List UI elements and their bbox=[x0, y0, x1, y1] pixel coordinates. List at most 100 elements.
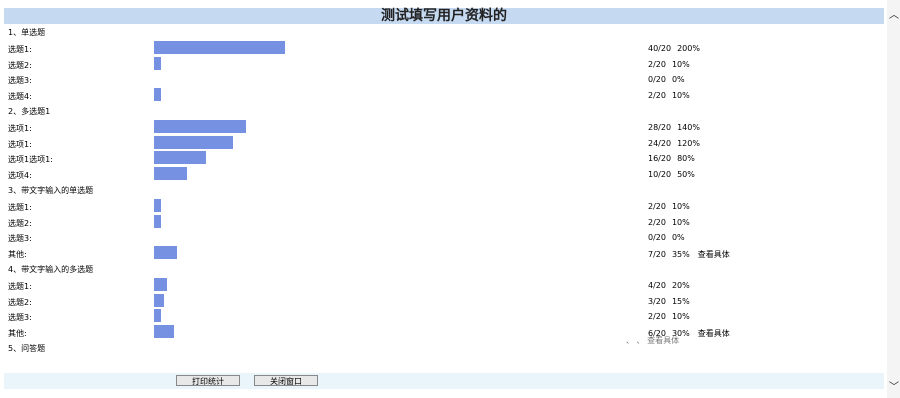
partial-row-text: 、 、 查看具体 bbox=[626, 336, 680, 345]
option-stat: 24/20 120% bbox=[648, 139, 700, 148]
question-title-row: 5、问答题 bbox=[0, 340, 884, 355]
question-title: 3、带文字输入的单选题 bbox=[8, 186, 94, 195]
option-row: 选题3: 2/20 10% bbox=[0, 308, 884, 323]
option-label: 选项1: bbox=[8, 139, 32, 149]
option-row: 选项1选项1: 16/20 80% bbox=[0, 150, 884, 165]
option-row: 选题2: 3/20 15% bbox=[0, 293, 884, 308]
option-row: 其他: 7/20 35% 查看具体 bbox=[0, 245, 884, 260]
option-label: 选项1选项1: bbox=[8, 155, 53, 165]
option-count: 0/20 bbox=[648, 75, 666, 85]
results-panel: 1、单选题 选题1: 40/20 200% 选题2: 2/20 10% 选题3: 0/20 0% 选… bbox=[0, 24, 884, 372]
option-label: 选题1: bbox=[8, 281, 32, 291]
option-percent: 140% bbox=[677, 122, 700, 132]
question-title-row: 4、带文字输入的多选题 bbox=[0, 261, 884, 276]
option-row: 选项1: 24/20 120% bbox=[0, 135, 884, 150]
option-percentage-bar bbox=[154, 135, 233, 149]
option-count: 10/20 bbox=[648, 170, 672, 180]
option-row: 选项1: 28/20 140% bbox=[0, 119, 884, 134]
option-percent: 120% bbox=[677, 138, 700, 148]
option-stat: 2/20 10% bbox=[648, 91, 690, 100]
option-stat: 4/20 20% bbox=[648, 281, 690, 290]
option-row: 选题1: 4/20 20% bbox=[0, 277, 884, 292]
option-stat: 7/20 35% 查看具体 bbox=[648, 249, 730, 260]
option-percentage-bar bbox=[154, 198, 161, 212]
question-title: 5、问答题 bbox=[8, 344, 46, 353]
option-stat: 2/20 10% bbox=[648, 218, 690, 227]
option-label: 选题4: bbox=[8, 92, 32, 102]
option-percentage-bar bbox=[154, 277, 167, 291]
option-percentage-bar bbox=[154, 293, 164, 307]
option-row: 选题3: 0/20 0% bbox=[0, 229, 884, 244]
option-label: 选题3: bbox=[8, 76, 32, 86]
chevron-up-icon[interactable]: ︿ bbox=[889, 6, 899, 21]
question-title: 2、多选题1 bbox=[8, 107, 51, 116]
option-percent: 50% bbox=[677, 170, 695, 180]
option-count: 0/20 bbox=[648, 233, 666, 243]
option-percent: 200% bbox=[677, 43, 700, 53]
option-percentage-bar bbox=[154, 167, 187, 181]
title-bar: 测试填写用户资料的 bbox=[4, 8, 884, 24]
option-stat: 16/20 80% bbox=[648, 154, 695, 163]
page-title: 测试填写用户资料的 bbox=[381, 8, 507, 24]
option-row: 选题1: 2/20 10% bbox=[0, 198, 884, 213]
option-row: 其他: 6/20 30% 查看具体 bbox=[0, 324, 884, 339]
option-label: 其他: bbox=[8, 250, 27, 260]
option-count: 2/20 bbox=[648, 91, 666, 101]
option-percent: 0% bbox=[671, 233, 685, 243]
option-label: 选题2: bbox=[8, 297, 32, 307]
option-percentage-bar bbox=[154, 309, 161, 323]
chevron-down-icon[interactable]: ﹀ bbox=[889, 378, 899, 393]
option-percentage-bar bbox=[154, 214, 161, 228]
option-percent: 10% bbox=[671, 91, 690, 101]
option-percent: 10% bbox=[671, 201, 690, 211]
option-percentage-bar bbox=[154, 246, 177, 260]
option-percentage-bar bbox=[154, 40, 285, 54]
option-stat: 10/20 50% bbox=[648, 170, 695, 179]
option-percentage-bar bbox=[154, 119, 246, 133]
question-title-row: 3、带文字输入的单选题 bbox=[0, 182, 884, 197]
option-percent: 10% bbox=[671, 59, 690, 69]
option-percent: 10% bbox=[671, 217, 690, 227]
bottom-toolbar: 打印统计 关闭窗口 bbox=[4, 373, 884, 389]
option-count: 28/20 bbox=[648, 122, 672, 132]
view-details-link[interactable]: 查看具体 bbox=[698, 250, 730, 259]
option-percentage-bar bbox=[154, 325, 174, 339]
option-count: 2/20 bbox=[648, 201, 666, 211]
option-label: 选题1: bbox=[8, 44, 32, 54]
option-row: 选题2: 2/20 10% bbox=[0, 56, 884, 71]
option-stat: 2/20 10% bbox=[648, 202, 690, 211]
option-percent: 35% bbox=[671, 250, 690, 260]
option-row: 选题4: 2/20 10% bbox=[0, 87, 884, 102]
option-label: 选题1: bbox=[8, 202, 32, 212]
option-label: 选题2: bbox=[8, 60, 32, 70]
option-count: 40/20 bbox=[648, 43, 672, 53]
option-percent: 0% bbox=[671, 75, 685, 85]
option-label: 选题3: bbox=[8, 234, 32, 244]
option-count: 2/20 bbox=[648, 312, 666, 322]
print-stats-button[interactable]: 打印统计 bbox=[176, 375, 240, 386]
option-label: 选项4: bbox=[8, 171, 32, 181]
close-window-button[interactable]: 关闭窗口 bbox=[254, 375, 318, 386]
view-details-link[interactable]: 查看具体 bbox=[698, 329, 730, 338]
option-stat: 3/20 15% bbox=[648, 297, 690, 306]
question-title: 1、单选题 bbox=[8, 28, 46, 37]
option-percent: 10% bbox=[671, 312, 690, 322]
option-row: 选题3: 0/20 0% bbox=[0, 71, 884, 86]
option-stat: 0/20 0% bbox=[648, 75, 685, 84]
option-label: 其他: bbox=[8, 329, 27, 339]
option-stat: 0/20 0% bbox=[648, 233, 685, 242]
question-title-row: 1、单选题 bbox=[0, 24, 884, 39]
question-title-row: 2、多选题1 bbox=[0, 103, 884, 118]
option-count: 3/20 bbox=[648, 296, 666, 306]
vertical-scrollbar[interactable]: ︿ ﹀ bbox=[887, 0, 900, 398]
option-count: 2/20 bbox=[648, 59, 666, 69]
option-percent: 15% bbox=[671, 296, 690, 306]
option-stat: 28/20 140% bbox=[648, 123, 700, 132]
option-stat: 40/20 200% bbox=[648, 44, 700, 53]
option-count: 16/20 bbox=[648, 154, 672, 164]
option-count: 2/20 bbox=[648, 217, 666, 227]
option-label: 选题2: bbox=[8, 218, 32, 228]
option-row: 选题2: 2/20 10% bbox=[0, 214, 884, 229]
option-percent: 20% bbox=[671, 280, 690, 290]
option-percentage-bar bbox=[154, 88, 161, 102]
